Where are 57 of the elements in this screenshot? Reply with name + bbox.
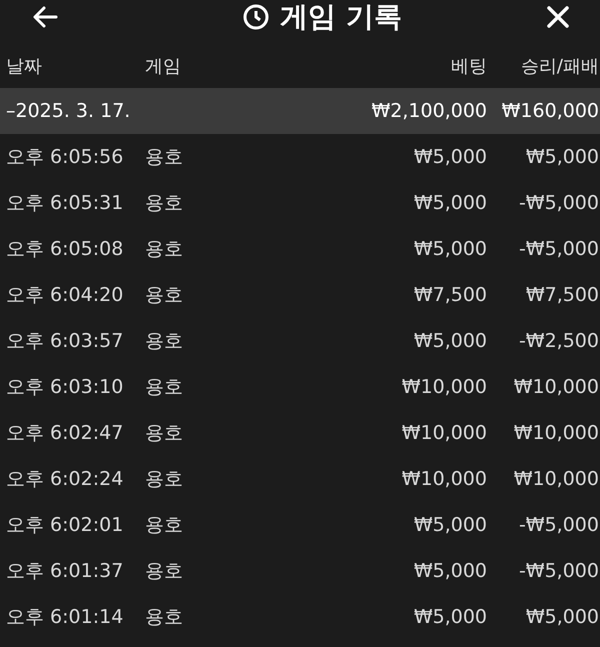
- time-cell-text: 오후 6:02:24: [6, 467, 124, 492]
- clock-icon: [242, 3, 270, 31]
- column-header: 게임: [145, 55, 182, 78]
- result-cell-text: -₩2,500: [518, 330, 599, 352]
- column-header: 날짜: [6, 55, 43, 78]
- game-cell-text: 용호: [145, 605, 184, 630]
- game-cell-text: 용호: [145, 329, 184, 354]
- bet-total: ₩2,100,000: [370, 100, 487, 122]
- time-cell-text: 오후 6:05:08: [6, 237, 124, 262]
- time-cell-text: 오후 6:05:56: [6, 145, 124, 170]
- game-cell-text: 용호: [145, 283, 184, 308]
- time-cell-text: 오후 6:02:47: [6, 421, 124, 446]
- result-cell-text: -₩5,000: [518, 238, 599, 260]
- result-cell-text: -₩5,000: [518, 560, 599, 582]
- game-cell-text: 용호: [145, 145, 184, 170]
- game-cell-text: 용호: [145, 421, 184, 446]
- game-cell-text: 용호: [145, 559, 184, 584]
- bet-cell-text: ₩5,000: [412, 606, 487, 628]
- bet-cell-text: ₩10,000: [400, 376, 487, 398]
- time-cell-text: 오후 6:04:20: [6, 283, 124, 308]
- game-cell-text: 용호: [145, 513, 184, 538]
- bet-cell-text: ₩5,000: [412, 238, 487, 260]
- bet-cell-text: ₩7,500: [412, 284, 487, 306]
- result-cell-text: ₩5,000: [524, 606, 599, 628]
- time-cell-text: 오후 6:01:14: [6, 605, 124, 630]
- screen-title: 게임 기록: [280, 0, 402, 35]
- date-group-row[interactable]: –2025. 3. 17. ₩2,100,000 ₩160,000: [0, 88, 600, 134]
- result-cell-text: -₩5,000: [518, 514, 599, 536]
- game-cell-text: 용호: [145, 237, 184, 262]
- game-cell-text: 용호: [145, 191, 184, 216]
- bet-cell-text: ₩5,000: [412, 560, 487, 582]
- time-cell-text: 오후 6:03:10: [6, 375, 124, 400]
- game-cell-text: 용호: [145, 375, 184, 400]
- bet-cell-text: ₩5,000: [412, 146, 487, 168]
- date-label: 2025. 3. 17.: [16, 100, 130, 122]
- bet-cell-text: ₩5,000: [412, 330, 487, 352]
- time-cell-text: 오후 6:01:37: [6, 559, 124, 584]
- result-cell-text: ₩10,000: [512, 468, 599, 490]
- time-cell-text: 오후 6:02:01: [6, 513, 124, 538]
- bet-cell-text: ₩10,000: [400, 468, 487, 490]
- game-cell-text: 용호: [145, 467, 184, 492]
- time-cell-text: 오후 6:05:31: [6, 191, 124, 216]
- result-total: ₩160,000: [500, 100, 599, 122]
- back-button[interactable]: [32, 6, 58, 28]
- result-cell-text: ₩7,500: [524, 284, 599, 306]
- bet-cell-text: ₩5,000: [412, 192, 487, 214]
- close-button[interactable]: [546, 5, 570, 29]
- bet-cell-text: ₩10,000: [400, 422, 487, 444]
- result-cell-text: ₩5,000: [524, 146, 599, 168]
- result-cell-text: -₩5,000: [518, 192, 599, 214]
- bet-cell-text: ₩5,000: [412, 514, 487, 536]
- time-cell-text: 오후 6:03:57: [6, 329, 124, 354]
- result-cell-text: ₩10,000: [512, 376, 599, 398]
- column-header: 승리/패배: [520, 55, 599, 78]
- result-cell-text: ₩10,000: [512, 422, 599, 444]
- collapse-toggle[interactable]: –: [6, 100, 16, 122]
- column-header: 베팅: [450, 55, 487, 78]
